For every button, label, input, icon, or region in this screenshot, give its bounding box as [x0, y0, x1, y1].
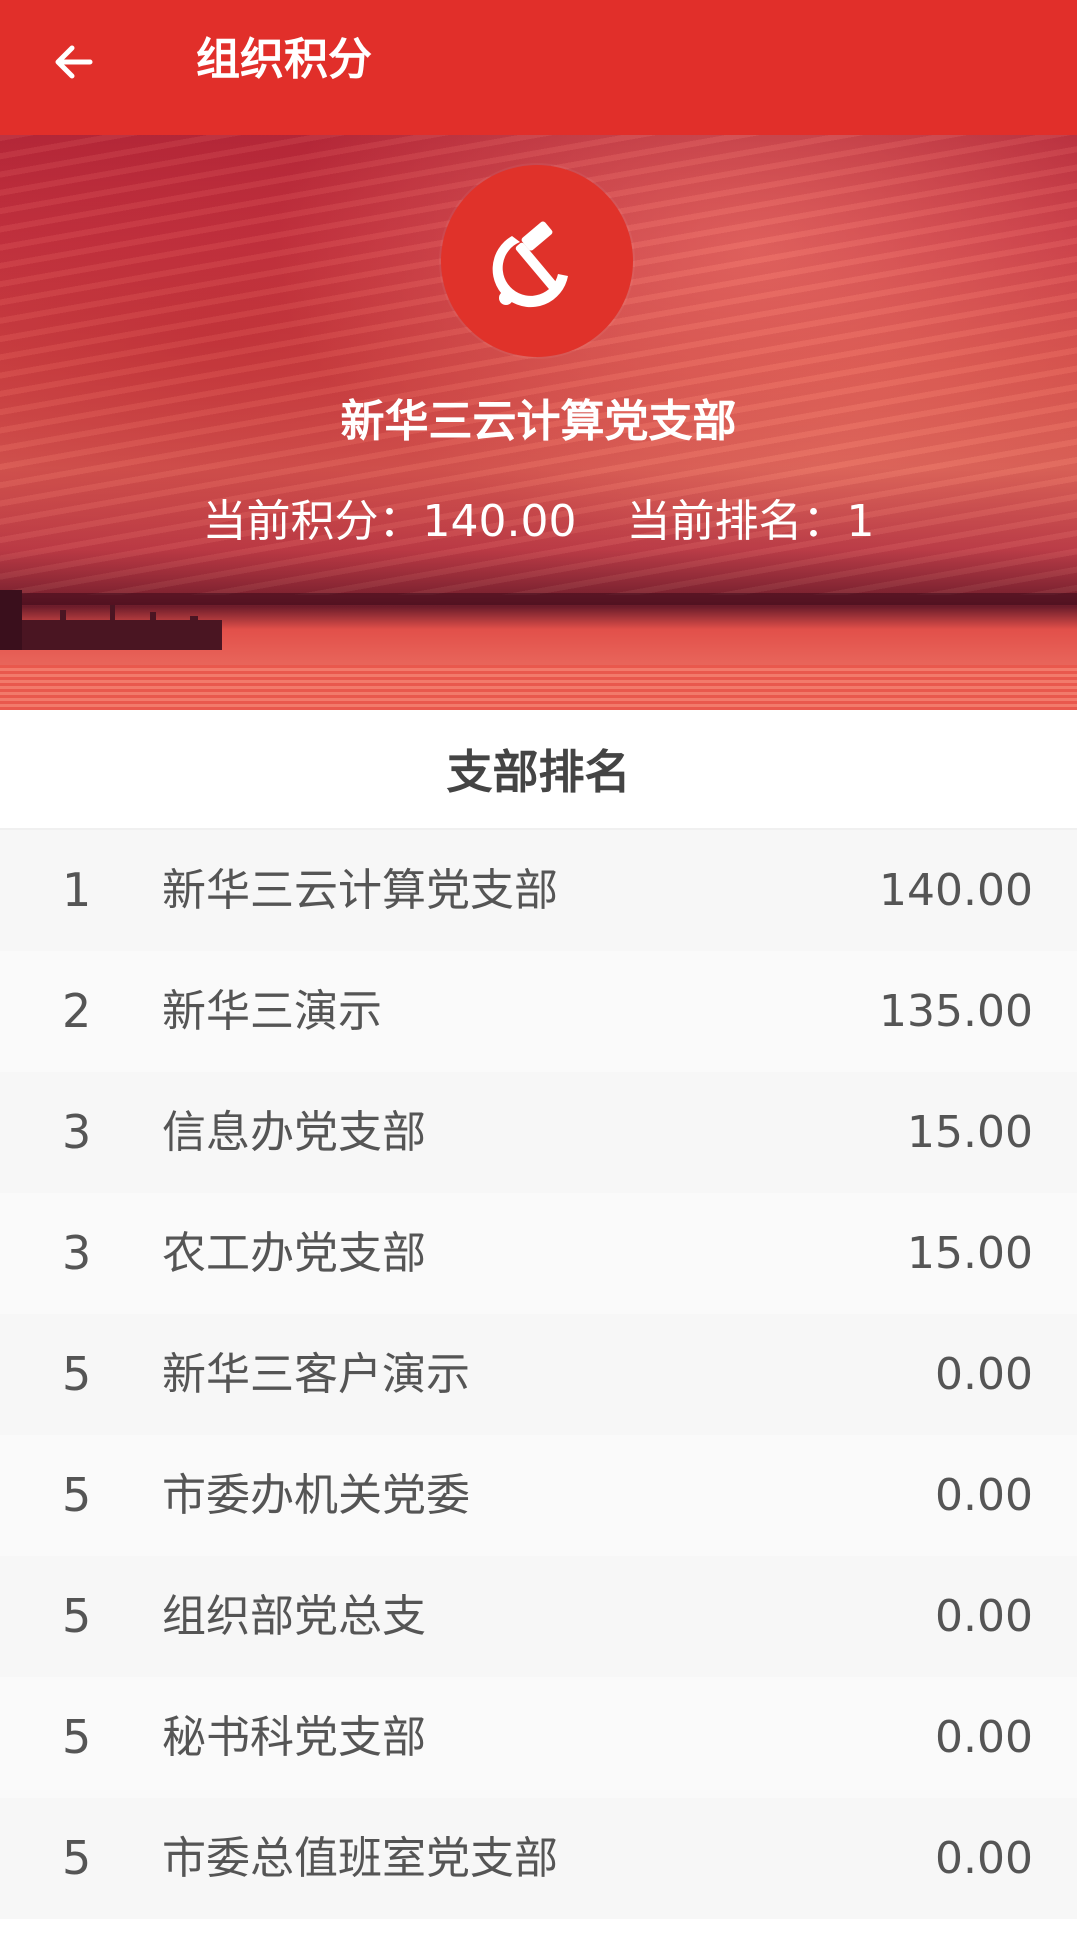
- ranking-row[interactable]: 5 新华三客户演示 0.00: [0, 1314, 1077, 1435]
- ranking-row[interactable]: 3 农工办党支部 15.00: [0, 1193, 1077, 1314]
- rank-number: 5: [62, 1347, 92, 1401]
- ranking-row[interactable]: 3 信息办党支部 15.00: [0, 1072, 1077, 1193]
- branch-score: 0.00: [935, 1591, 1033, 1642]
- current-score-label: 当前积分：: [202, 496, 423, 547]
- branch-name: 新华三客户演示: [162, 1349, 470, 1400]
- rank-number: 5: [62, 1468, 92, 1522]
- hammer-sickle-icon: [492, 221, 568, 308]
- arrow-left-icon: [55, 45, 93, 79]
- rank-number: 5: [62, 1831, 92, 1885]
- rank-number: 5: [62, 1589, 92, 1643]
- branch-score: 0.00: [935, 1833, 1033, 1884]
- branch-name: 秘书科党支部: [162, 1712, 426, 1763]
- ranking-row[interactable]: 5 市委总值班室党支部 0.00: [0, 1798, 1077, 1919]
- rank-number: 2: [62, 984, 92, 1038]
- ranking-row[interactable]: 5 市委办机关党委 0.00: [0, 1435, 1077, 1556]
- sea-surface: [0, 665, 1077, 710]
- ranking-title: 支部排名: [446, 745, 631, 799]
- branch-score: 15.00: [907, 1228, 1033, 1279]
- branch-name: 新华三云计算党支部: [162, 865, 558, 916]
- branch-name: 信息办党支部: [162, 1107, 426, 1158]
- rank-number: 3: [62, 1226, 92, 1280]
- party-emblem: [441, 165, 633, 357]
- back-button[interactable]: [42, 30, 106, 94]
- ranking-header: 支部排名: [0, 710, 1077, 830]
- top-app-bar: 组织积分: [0, 0, 1077, 135]
- factory-silhouette: [0, 590, 222, 650]
- branch-score: 15.00: [907, 1107, 1033, 1158]
- branch-name: 市委办机关党委: [162, 1470, 470, 1521]
- ranking-row[interactable]: 5 秘书科党支部 0.00: [0, 1677, 1077, 1798]
- branch-name: 农工办党支部: [162, 1228, 426, 1279]
- current-score-value: 140.00: [422, 496, 577, 547]
- branch-score: 135.00: [879, 986, 1033, 1037]
- ranking-row[interactable]: 2 新华三演示 135.00: [0, 951, 1077, 1072]
- branch-score: 0.00: [935, 1349, 1033, 1400]
- current-branch-name: 新华三云计算党支部: [340, 396, 737, 447]
- current-stats: 当前积分：140.00 当前排名：1: [0, 485, 1077, 549]
- page-title: 组织积分: [196, 34, 372, 85]
- branch-score: 0.00: [935, 1470, 1033, 1521]
- ranking-row[interactable]: 5 组织部党总支 0.00: [0, 1556, 1077, 1677]
- branch-score: 0.00: [935, 1712, 1033, 1763]
- rank-number: 5: [62, 1710, 92, 1764]
- ranking-list: 1 新华三云计算党支部 140.00 2 新华三演示 135.00 3 信息办党…: [0, 830, 1077, 1919]
- current-rank-value: 1: [846, 496, 875, 547]
- branch-name: 市委总值班室党支部: [162, 1833, 558, 1884]
- branch-score: 140.00: [879, 865, 1033, 916]
- branch-name: 组织部党总支: [162, 1591, 426, 1642]
- current-rank-label: 当前排名：: [626, 496, 847, 547]
- ranking-row[interactable]: 1 新华三云计算党支部 140.00: [0, 830, 1077, 951]
- rank-number: 3: [62, 1105, 92, 1159]
- branch-name: 新华三演示: [162, 986, 382, 1037]
- rank-number: 1: [62, 863, 92, 917]
